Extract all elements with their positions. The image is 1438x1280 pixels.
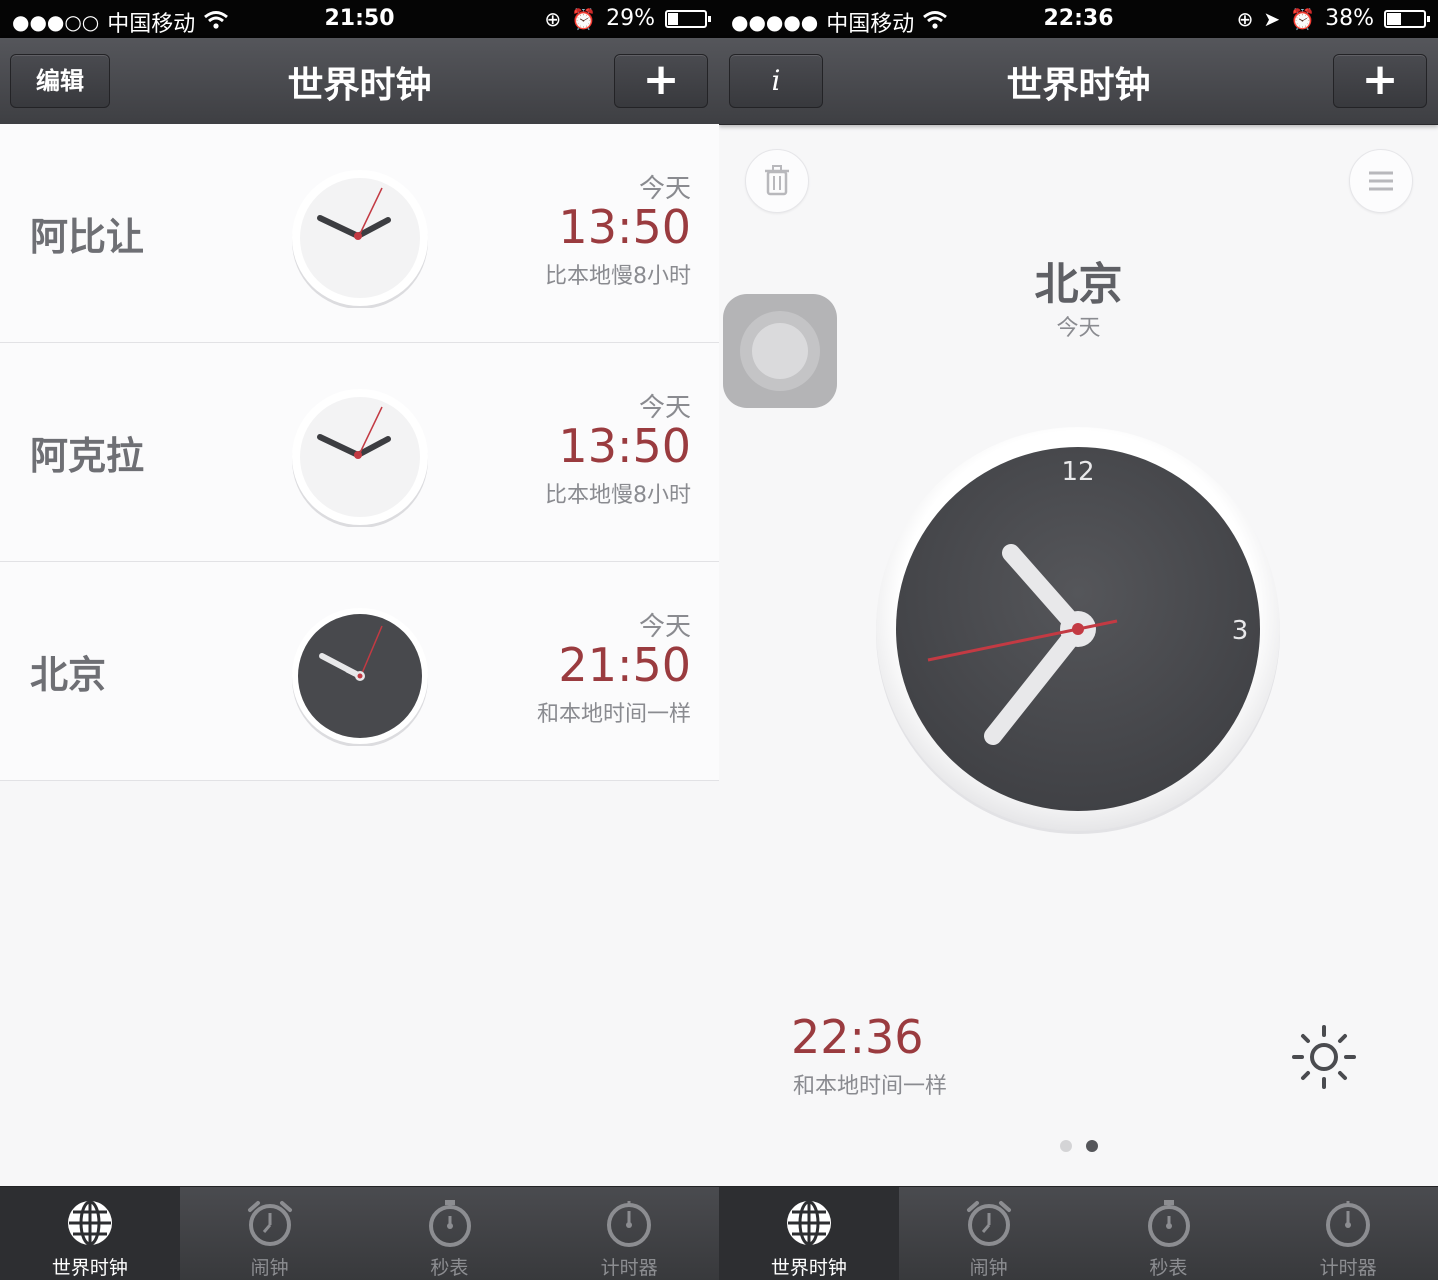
world-clock-list-screen: ●●●○○ 中国移动 21:50 ⊕ ⏰ 29% 编辑 世界时钟 + 阿比让 今… <box>0 0 719 1280</box>
tab-stopwatch[interactable]: 秒表 <box>360 1187 540 1280</box>
tab-label: 世界时钟 <box>51 1257 128 1279</box>
globe-icon <box>68 1200 112 1246</box>
city-row[interactable]: 阿比让 今天 13:50 比本地慢8小时 <box>0 124 719 343</box>
city-name: 阿克拉 <box>30 434 145 478</box>
location-icon: ➤ <box>1263 6 1281 31</box>
tab-globe[interactable]: 世界时钟 <box>719 1187 899 1280</box>
alarm-icon: ⏰ <box>1290 6 1316 31</box>
battery-percent: 29% <box>606 6 655 31</box>
alarm-clock-icon <box>966 1201 1011 1246</box>
tab-label: 秒表 <box>1149 1257 1188 1279</box>
rotation-lock-icon: ⊕ <box>544 6 562 31</box>
page-title: 世界时钟 <box>287 65 432 106</box>
delete-button[interactable] <box>745 149 809 213</box>
tab-label: 闹钟 <box>250 1257 289 1279</box>
add-city-button[interactable]: + <box>1333 54 1427 108</box>
tab-label: 闹钟 <box>969 1257 1008 1279</box>
analog-clock-large: 12 3 <box>876 427 1280 834</box>
tab-timer[interactable]: 计时器 <box>1258 1187 1438 1280</box>
page-dot[interactable] <box>1085 1140 1098 1152</box>
page-title: 世界时钟 <box>1006 65 1151 106</box>
city-row[interactable]: 北京 今天 21:50 和本地时间一样 <box>0 562 719 781</box>
tab-timer[interactable]: 计时器 <box>539 1187 719 1280</box>
sun-icon <box>1292 1025 1356 1089</box>
tab-globe[interactable]: 世界时钟 <box>0 1187 180 1280</box>
stopwatch-icon <box>428 1200 471 1247</box>
tab-stopwatch[interactable]: 秒表 <box>1079 1187 1259 1280</box>
time-difference: 比本地慢8小时 <box>545 483 691 508</box>
rotation-lock-icon: ⊕ <box>1236 6 1254 31</box>
tab-label: 秒表 <box>430 1257 469 1279</box>
page-indicator[interactable] <box>719 1137 1438 1156</box>
city-time: 13:50 <box>558 200 691 254</box>
time-difference: 和本地时间一样 <box>536 702 691 727</box>
dial-label-12: 12 <box>1061 457 1094 487</box>
city-time: 13:50 <box>558 419 691 473</box>
timer-icon <box>607 1201 652 1247</box>
tab-label: 计时器 <box>1319 1257 1377 1279</box>
alarm-clock-icon <box>247 1201 292 1246</box>
status-bar: ●●●○○ 中国移动 21:50 ⊕ ⏰ 29% <box>0 0 719 38</box>
trash-icon <box>765 165 789 196</box>
dial-label-3: 3 <box>1232 616 1249 646</box>
analog-clock-light <box>292 389 428 527</box>
city-row[interactable]: 阿克拉 今天 13:50 比本地慢8小时 <box>0 343 719 562</box>
page-dot[interactable] <box>1059 1140 1072 1152</box>
tab-label: 计时器 <box>600 1257 658 1279</box>
tab-bar: 世界时钟 闹钟 秒表 计时器 <box>0 1186 719 1280</box>
city-time: 21:50 <box>558 638 691 692</box>
world-clock-detail-screen: ●●●●● 中国移动 22:36 ⊕ ➤ ⏰ 38% i 世界时钟 + 北京 今… <box>719 0 1438 1280</box>
status-bar: ●●●●● 中国移动 22:36 ⊕ ➤ ⏰ 38% <box>719 0 1438 38</box>
globe-icon <box>787 1200 831 1246</box>
battery-icon <box>1384 9 1430 28</box>
analog-clock-light <box>292 170 428 308</box>
stopwatch-icon <box>1147 1200 1190 1247</box>
assistive-touch-button[interactable] <box>723 294 837 408</box>
city-name: 北京 <box>30 653 107 697</box>
battery-percent: 38% <box>1325 6 1374 31</box>
navigation-bar: i 世界时钟 + <box>719 38 1438 125</box>
analog-clock-dark <box>292 608 428 746</box>
tab-bar: 世界时钟 闹钟 秒表 计时器 <box>719 1186 1438 1280</box>
tab-alarm-clock[interactable]: 闹钟 <box>899 1187 1079 1280</box>
time-difference: 比本地慢8小时 <box>545 264 691 289</box>
time-difference: 和本地时间一样 <box>793 1074 948 1099</box>
hamburger-icon <box>1369 171 1393 191</box>
alarm-icon: ⏰ <box>571 6 597 31</box>
menu-button[interactable] <box>1349 149 1413 213</box>
timer-icon <box>1326 1201 1371 1247</box>
city-name: 阿比让 <box>30 215 145 259</box>
tab-alarm-clock[interactable]: 闹钟 <box>180 1187 360 1280</box>
tab-label: 世界时钟 <box>770 1257 847 1279</box>
local-time: 22:36 <box>791 1010 924 1064</box>
battery-icon <box>665 9 711 28</box>
navigation-bar: 编辑 世界时钟 + <box>0 38 719 125</box>
add-city-button[interactable]: + <box>614 54 708 108</box>
